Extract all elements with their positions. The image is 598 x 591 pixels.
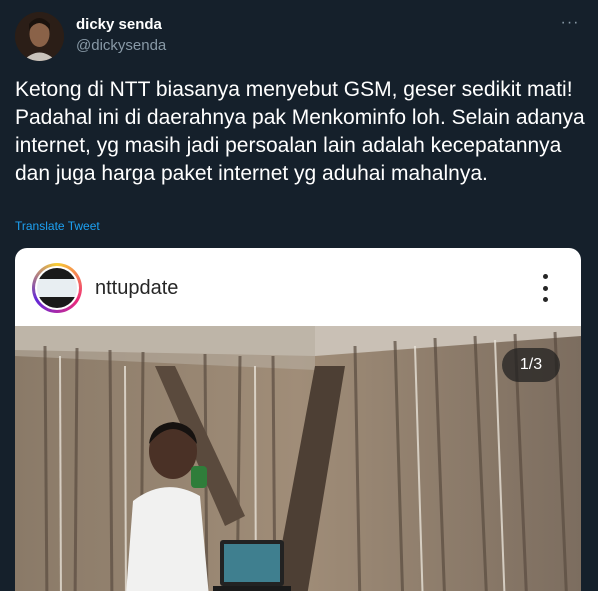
photo-counter: 1/3 (502, 348, 560, 382)
embed-avatar[interactable] (32, 263, 82, 313)
tweet-text: Ketong di NTT biasanya menyebut GSM, ges… (15, 78, 585, 185)
embed-username[interactable]: nttupdate (95, 277, 178, 300)
tweet: dicky senda @dickysenda ··· Ketong di NT… (0, 0, 598, 591)
embedded-instagram-card[interactable]: nttupdate 1/3 (15, 248, 581, 591)
embed-more-icon[interactable] (535, 274, 555, 302)
profile-photo-icon (15, 12, 64, 61)
author-name[interactable]: dicky senda (76, 16, 162, 33)
more-options-button[interactable]: ··· (556, 14, 584, 38)
author-handle[interactable]: @dickysenda (76, 37, 166, 54)
photo-student-laptop-wooden-hut-icon (15, 326, 581, 591)
embed-avatar-icon (37, 268, 77, 308)
author-avatar[interactable] (15, 12, 64, 61)
embed-photo[interactable]: 1/3 (15, 326, 581, 591)
translate-tweet-link[interactable]: Translate Tweet (15, 219, 100, 233)
embed-avatar-ring (35, 266, 79, 310)
